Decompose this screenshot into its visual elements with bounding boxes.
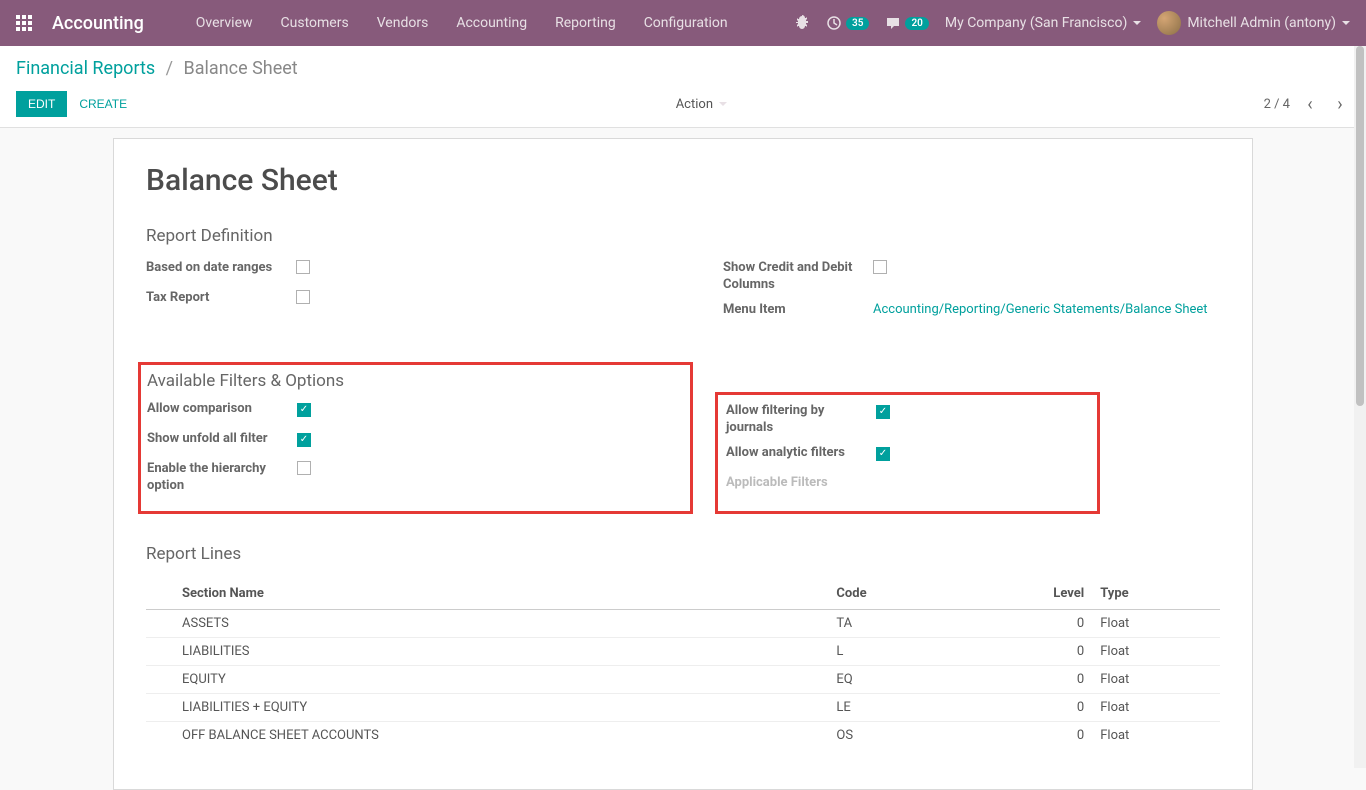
table-row[interactable]: EQUITYEQ0Float bbox=[146, 665, 1220, 693]
action-dropdown[interactable]: Action bbox=[676, 97, 727, 112]
section-report-lines: Report Lines bbox=[146, 544, 1220, 564]
company-name: My Company (San Francisco) bbox=[945, 15, 1127, 31]
table-row[interactable]: LIABILITIESL0Float bbox=[146, 637, 1220, 665]
caret-down-icon bbox=[1342, 21, 1350, 25]
cell-type: Float bbox=[1092, 609, 1220, 637]
checkbox-allow-comparison[interactable] bbox=[297, 403, 311, 417]
table-row[interactable]: LIABILITIES + EQUITYLE0Float bbox=[146, 693, 1220, 721]
cell-level: 0 bbox=[959, 609, 1092, 637]
checkbox-date-ranges[interactable] bbox=[296, 260, 310, 274]
label-enable-hierarchy: Enable the hierarchy option bbox=[147, 461, 297, 495]
form-sheet: Balance Sheet Report Definition Based on… bbox=[113, 138, 1253, 790]
cell-section: EQUITY bbox=[146, 665, 828, 693]
cell-level: 0 bbox=[959, 637, 1092, 665]
cell-code: L bbox=[828, 637, 959, 665]
label-allow-journals: Allow filtering by journals bbox=[726, 403, 876, 437]
col-section: Section Name bbox=[146, 578, 828, 610]
cell-type: Float bbox=[1092, 637, 1220, 665]
label-show-unfold: Show unfold all filter bbox=[147, 431, 297, 448]
cell-section: ASSETS bbox=[146, 609, 828, 637]
navbar: Accounting Overview Customers Vendors Ac… bbox=[0, 0, 1366, 46]
activity-count: 35 bbox=[846, 17, 869, 30]
action-label: Action bbox=[676, 97, 713, 112]
table-row[interactable]: OFF BALANCE SHEET ACCOUNTSOS0Float bbox=[146, 721, 1220, 749]
user-name: Mitchell Admin (antony) bbox=[1187, 15, 1336, 31]
section-report-definition: Report Definition bbox=[146, 226, 1220, 246]
user-menu[interactable]: Mitchell Admin (antony) bbox=[1157, 11, 1350, 35]
cell-code: EQ bbox=[828, 665, 959, 693]
nav-configuration[interactable]: Configuration bbox=[632, 9, 740, 37]
pager-next[interactable]: › bbox=[1330, 94, 1350, 114]
checkbox-allow-journals[interactable] bbox=[876, 405, 890, 419]
label-applicable-filters: Applicable Filters bbox=[726, 475, 828, 490]
highlight-box-left: Available Filters & Options Allow compar… bbox=[138, 362, 693, 514]
cell-type: Float bbox=[1092, 665, 1220, 693]
cell-level: 0 bbox=[959, 665, 1092, 693]
breadcrumb: Financial Reports / Balance Sheet bbox=[16, 58, 1350, 79]
breadcrumb-sep: / bbox=[166, 58, 173, 79]
cell-type: Float bbox=[1092, 693, 1220, 721]
nav-customers[interactable]: Customers bbox=[269, 9, 361, 37]
pager: 2 / 4 ‹ › bbox=[1264, 94, 1350, 114]
scrollbar-track[interactable] bbox=[1354, 46, 1366, 768]
apps-icon[interactable] bbox=[16, 15, 32, 31]
nav-accounting[interactable]: Accounting bbox=[444, 9, 539, 37]
breadcrumb-current: Balance Sheet bbox=[184, 58, 298, 79]
cell-level: 0 bbox=[959, 721, 1092, 749]
app-brand[interactable]: Accounting bbox=[52, 13, 144, 34]
section-filters: Available Filters & Options bbox=[147, 371, 682, 391]
checkbox-show-unfold[interactable] bbox=[297, 433, 311, 447]
message-badge[interactable]: 20 bbox=[885, 15, 928, 31]
bug-icon[interactable] bbox=[794, 13, 810, 33]
cell-section: LIABILITIES bbox=[146, 637, 828, 665]
nav-right: 35 20 My Company (San Francisco) Mitchel… bbox=[794, 11, 1350, 35]
edit-button[interactable]: EDIT bbox=[16, 91, 67, 117]
create-button[interactable]: CREATE bbox=[67, 91, 139, 117]
scrollbar-thumb[interactable] bbox=[1356, 46, 1364, 406]
cell-code: TA bbox=[828, 609, 959, 637]
label-tax-report: Tax Report bbox=[146, 290, 296, 307]
caret-down-icon bbox=[1133, 21, 1141, 25]
label-allow-analytic: Allow analytic filters bbox=[726, 445, 876, 462]
cell-code: OS bbox=[828, 721, 959, 749]
cell-type: Float bbox=[1092, 721, 1220, 749]
label-menu-item: Menu Item bbox=[723, 302, 873, 319]
table-row[interactable]: ASSETSTA0Float bbox=[146, 609, 1220, 637]
checkbox-enable-hierarchy[interactable] bbox=[297, 461, 311, 475]
col-level: Level bbox=[959, 578, 1092, 610]
message-count: 20 bbox=[905, 17, 928, 30]
page-title: Balance Sheet bbox=[146, 163, 1220, 198]
pager-prev[interactable]: ‹ bbox=[1300, 94, 1320, 114]
company-selector[interactable]: My Company (San Francisco) bbox=[945, 15, 1141, 31]
checkbox-allow-analytic[interactable] bbox=[876, 447, 890, 461]
cell-level: 0 bbox=[959, 693, 1092, 721]
nav-overview[interactable]: Overview bbox=[184, 9, 265, 37]
highlight-box-right: Allow filtering by journals Allow analyt… bbox=[715, 392, 1100, 514]
col-type: Type bbox=[1092, 578, 1220, 610]
menu-item-link[interactable]: Accounting/Reporting/Generic Statements/… bbox=[873, 302, 1220, 317]
cell-section: OFF BALANCE SHEET ACCOUNTS bbox=[146, 721, 828, 749]
control-panel: Financial Reports / Balance Sheet EDIT C… bbox=[0, 46, 1366, 128]
nav-reporting[interactable]: Reporting bbox=[543, 9, 628, 37]
pager-text: 2 / 4 bbox=[1264, 97, 1290, 112]
checkbox-show-credit-debit[interactable] bbox=[873, 260, 887, 274]
user-avatar bbox=[1157, 11, 1181, 35]
label-allow-comparison: Allow comparison bbox=[147, 401, 297, 418]
nav-vendors[interactable]: Vendors bbox=[365, 9, 441, 37]
cell-code: LE bbox=[828, 693, 959, 721]
caret-down-icon bbox=[719, 102, 727, 106]
activity-badge[interactable]: 35 bbox=[826, 15, 869, 31]
label-show-credit-debit: Show Credit and Debit Columns bbox=[723, 260, 873, 294]
checkbox-tax-report[interactable] bbox=[296, 290, 310, 304]
report-lines-table: Section Name Code Level Type ASSETSTA0Fl… bbox=[146, 578, 1220, 749]
col-code: Code bbox=[828, 578, 959, 610]
nav-links: Overview Customers Vendors Accounting Re… bbox=[184, 9, 740, 37]
cell-section: LIABILITIES + EQUITY bbox=[146, 693, 828, 721]
breadcrumb-parent[interactable]: Financial Reports bbox=[16, 58, 155, 79]
label-date-ranges: Based on date ranges bbox=[146, 260, 296, 277]
